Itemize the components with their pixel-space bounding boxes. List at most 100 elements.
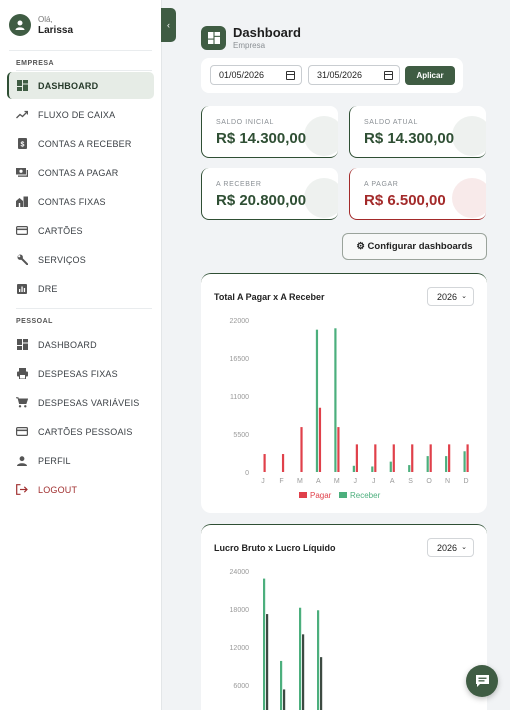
y-tick-label: 16500 bbox=[230, 356, 250, 363]
sidebar-item-label: DASHBOARD bbox=[38, 80, 99, 91]
sidebar-item-cartoes[interactable]: CARTÕES bbox=[7, 217, 154, 244]
start-date-value: 01/05/2026 bbox=[219, 70, 265, 80]
x-tick-label: J bbox=[354, 478, 358, 485]
calendar-icon[interactable] bbox=[384, 71, 393, 80]
sidebar: Olá, Larissa EMPRESA DASHBOARD FLUXO DE … bbox=[0, 0, 162, 710]
sidebar-item-servicos[interactable]: SERVIÇOS bbox=[7, 246, 154, 273]
sidebar-collapse-button[interactable]: ‹ bbox=[161, 8, 176, 42]
legend-swatch-receber bbox=[339, 492, 347, 498]
chat-button[interactable] bbox=[466, 665, 498, 697]
sidebar-item-cartoes-pessoais[interactable]: CARTÕES PESSOAIS bbox=[7, 418, 154, 445]
year-select[interactable]: 2026 ⌄ bbox=[427, 538, 474, 557]
sidebar-item-dre[interactable]: DRE bbox=[7, 275, 154, 302]
card-value: R$ 20.800,00 bbox=[216, 192, 307, 209]
sidebar-item-despesas-fixas[interactable]: DESPESAS FIXAS bbox=[7, 360, 154, 387]
card-value: R$ 6.500,00 bbox=[364, 192, 446, 209]
divider bbox=[16, 308, 152, 309]
buildings-icon bbox=[16, 196, 28, 208]
page-subtitle: Empresa bbox=[233, 41, 266, 50]
bar-pagar bbox=[374, 444, 377, 472]
bar-lucro-bruto bbox=[280, 660, 283, 710]
y-tick-label: 24000 bbox=[230, 569, 250, 576]
calendar-icon[interactable] bbox=[286, 71, 295, 80]
x-tick-label: N bbox=[445, 478, 450, 485]
x-tick-label: J bbox=[261, 478, 265, 485]
bar-lucro-liquido bbox=[302, 634, 305, 710]
dashboard-icon bbox=[16, 339, 28, 351]
sidebar-item-perfil[interactable]: PERFIL bbox=[7, 447, 154, 474]
logout-icon bbox=[16, 484, 28, 496]
x-tick-label: A bbox=[390, 478, 395, 485]
y-tick-label: 22000 bbox=[230, 318, 250, 325]
bar-pagar bbox=[263, 454, 266, 472]
chart-panel-pagar-receber: 0 5500 11000 16500 22000 J F M A M J J A S O N D Pagar Rec… bbox=[201, 273, 487, 513]
bar-pagar bbox=[337, 427, 340, 472]
sidebar-item-contas-a-receber[interactable]: $ CONTAS A RECEBER bbox=[7, 130, 154, 157]
chart-title: Lucro Bruto x Lucro Líquido bbox=[214, 543, 336, 553]
x-tick-label: D bbox=[463, 478, 468, 485]
x-tick-label: M bbox=[334, 478, 340, 485]
avatar bbox=[9, 14, 31, 36]
legend-swatch-pagar bbox=[299, 492, 307, 498]
chevron-down-icon: ⌄ bbox=[461, 293, 467, 300]
sidebar-item-label: DESPESAS FIXAS bbox=[38, 368, 118, 379]
dashboard-icon bbox=[201, 26, 226, 50]
sidebar-item-pessoal-dashboard[interactable]: DASHBOARD bbox=[7, 331, 154, 358]
bar-receber bbox=[463, 451, 466, 472]
person-icon bbox=[15, 20, 25, 30]
sidebar-item-contas-a-pagar[interactable]: CONTAS A PAGAR bbox=[7, 159, 154, 186]
printer-icon bbox=[16, 368, 28, 380]
credit-card-icon bbox=[16, 225, 28, 237]
bar-pagar bbox=[411, 444, 414, 472]
sidebar-item-dashboard[interactable]: DASHBOARD bbox=[7, 72, 154, 99]
card-decoration bbox=[452, 116, 486, 156]
trending-up-icon bbox=[16, 109, 28, 121]
svg-text:$: $ bbox=[20, 142, 24, 149]
sidebar-item-label: LOGOUT bbox=[38, 484, 78, 495]
bar-pagar bbox=[281, 454, 285, 472]
bar-lucro-liquido bbox=[320, 657, 323, 710]
year-select[interactable]: 2026 ⌄ bbox=[427, 287, 474, 306]
bar-pagar bbox=[300, 427, 303, 472]
bar-receber bbox=[389, 461, 392, 472]
sidebar-item-label: CARTÕES PESSOAIS bbox=[38, 426, 133, 437]
sidebar-item-contas-fixas[interactable]: CONTAS FIXAS bbox=[7, 188, 154, 215]
legend-label-pagar: Pagar bbox=[310, 491, 332, 500]
year-select-value: 2026 bbox=[437, 542, 458, 553]
card-label: SALDO INICIAL bbox=[216, 119, 274, 126]
user-info[interactable]: Olá, Larissa bbox=[9, 14, 73, 36]
start-date-input[interactable]: 01/05/2026 bbox=[210, 65, 302, 85]
y-tick-label: 0 bbox=[245, 470, 249, 477]
y-tick-label: 12000 bbox=[230, 645, 250, 652]
chat-icon bbox=[475, 675, 489, 687]
user-name: Larissa bbox=[38, 25, 74, 36]
card-decoration bbox=[304, 116, 338, 156]
person-icon bbox=[16, 455, 28, 467]
bar-receber bbox=[445, 456, 448, 472]
apply-button[interactable]: Aplicar bbox=[405, 66, 455, 85]
sidebar-item-despesas-variaveis[interactable]: DESPESAS VARIÁVEIS bbox=[7, 389, 154, 416]
chart-pagar-receber: 0 5500 11000 16500 22000 J F M A M J J A S O N D Pagar Rec… bbox=[230, 318, 469, 500]
sidebar-item-fluxo-de-caixa[interactable]: FLUXO DE CAIXA bbox=[7, 101, 154, 128]
wrench-icon bbox=[16, 254, 28, 266]
sidebar-item-label: PERFIL bbox=[38, 455, 71, 466]
bar-lucro-bruto bbox=[263, 578, 266, 710]
card-decoration bbox=[304, 178, 338, 218]
bar-lucro-bruto bbox=[299, 607, 302, 710]
sidebar-item-logout[interactable]: LOGOUT bbox=[7, 476, 154, 503]
configure-dashboards-button[interactable]: ⚙ Configurar dashboards bbox=[342, 233, 487, 260]
card-a-receber: A RECEBER R$ 20.800,00 bbox=[201, 168, 338, 220]
chevron-down-icon: ⌄ bbox=[461, 544, 467, 551]
bar-receber bbox=[408, 465, 411, 472]
bar-lucro-liquido bbox=[266, 614, 269, 710]
x-tick-label: J bbox=[372, 478, 376, 485]
y-tick-label: 5500 bbox=[233, 432, 249, 439]
cart-icon bbox=[16, 397, 28, 409]
bar-receber bbox=[426, 456, 429, 472]
bar-receber bbox=[352, 465, 355, 472]
x-tick-label: F bbox=[279, 478, 283, 485]
sidebar-item-label: CONTAS A PAGAR bbox=[38, 167, 119, 178]
divider bbox=[16, 70, 152, 71]
sidebar-item-label: DRE bbox=[38, 283, 58, 294]
end-date-input[interactable]: 31/05/2026 bbox=[308, 65, 400, 85]
